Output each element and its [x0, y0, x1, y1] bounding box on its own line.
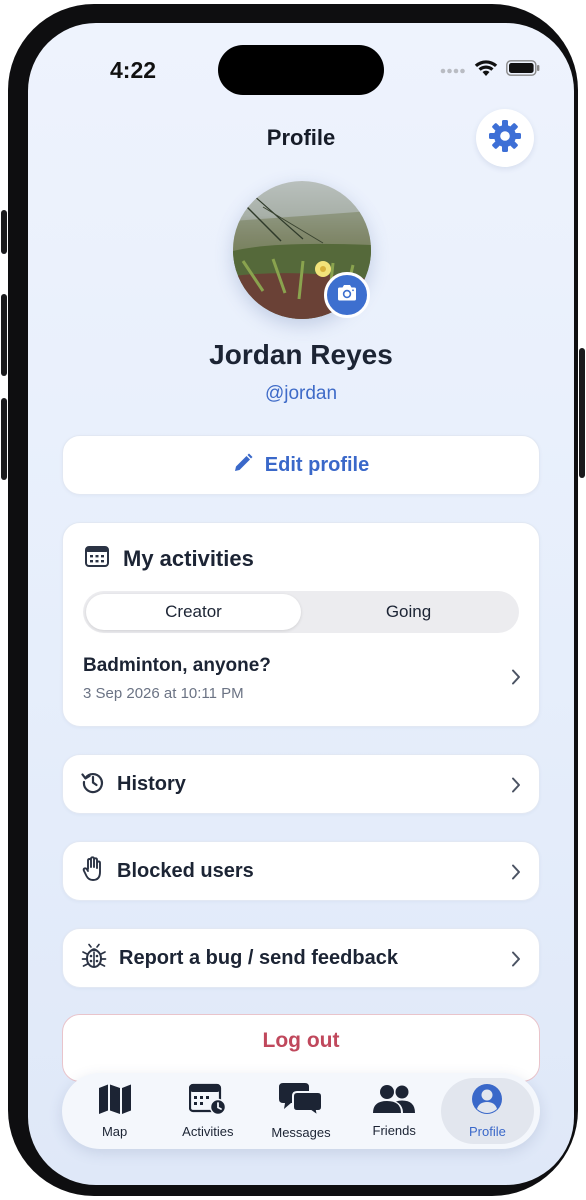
- tab-profile-label: Profile: [468, 1124, 506, 1139]
- tab-profile[interactable]: Profile: [440, 1078, 535, 1144]
- volume-up-button: [1, 294, 7, 376]
- chevron-right-icon: [511, 951, 521, 972]
- logout-label: Log out: [262, 1029, 340, 1052]
- my-activities-title: My activities: [123, 545, 254, 571]
- chevron-right-icon: [511, 777, 521, 798]
- logout-button[interactable]: Log out: [62, 1014, 540, 1082]
- volume-down-button: [1, 398, 7, 480]
- blocked-users-label: Blocked users: [117, 859, 254, 882]
- segment-going[interactable]: Going: [301, 594, 516, 630]
- camera-icon: [336, 284, 358, 307]
- report-bug-label: Report a bug / send feedback: [119, 946, 398, 969]
- signal-icon: [440, 62, 466, 80]
- tab-friends-label: Friends: [372, 1123, 416, 1138]
- tab-friends[interactable]: Friends: [348, 1078, 441, 1144]
- battery-icon: [506, 60, 540, 81]
- chevron-right-icon: [511, 669, 521, 690]
- change-photo-button[interactable]: [324, 272, 370, 318]
- edit-profile-label: Edit profile: [264, 453, 370, 476]
- activity-row[interactable]: Badminton, anyone? 3 Sep 2026 at 10:11 P…: [83, 655, 521, 707]
- activities-segmented-control: Creator Going: [83, 591, 519, 633]
- status-time: 4:22: [110, 57, 157, 83]
- tab-activities[interactable]: Activities: [161, 1078, 254, 1144]
- map-icon: [98, 1083, 132, 1120]
- screen: 4:22 Profile Jordan Reyes @jordan Edit p…: [28, 23, 574, 1185]
- edit-profile-button[interactable]: Edit profile: [62, 435, 540, 495]
- person-circle-icon: [471, 1083, 503, 1120]
- calendar-clock-icon: [188, 1083, 227, 1120]
- bug-icon: [81, 943, 107, 974]
- people-icon: [373, 1084, 416, 1119]
- activity-title: Badminton, anyone?: [83, 655, 271, 676]
- calendar-icon: [85, 545, 109, 572]
- action-button: [1, 210, 7, 254]
- history-icon: [81, 770, 105, 799]
- history-row[interactable]: History: [62, 754, 540, 814]
- profile-name: Jordan Reyes: [209, 339, 393, 370]
- dynamic-island: [218, 45, 384, 95]
- power-button: [579, 348, 585, 478]
- segment-creator[interactable]: Creator: [86, 594, 301, 630]
- report-bug-row[interactable]: Report a bug / send feedback: [62, 928, 540, 988]
- tab-map-label: Map: [101, 1124, 128, 1139]
- phone-frame: 4:22 Profile Jordan Reyes @jordan Edit p…: [1, 4, 585, 1196]
- tab-messages[interactable]: Messages: [254, 1078, 347, 1144]
- settings-button[interactable]: [476, 109, 534, 167]
- blocked-users-row[interactable]: Blocked users: [62, 841, 540, 901]
- profile-handle: @jordan: [264, 383, 338, 404]
- tab-bar: Map Activities Messages Friends Profile: [62, 1073, 540, 1149]
- my-activities-card: My activities Creator Going Badminton, a…: [62, 522, 540, 727]
- tab-map[interactable]: Map: [68, 1078, 161, 1144]
- chevron-right-icon: [511, 864, 521, 885]
- tab-activities-label: Activities: [182, 1124, 234, 1139]
- pencil-icon: [233, 453, 253, 478]
- status-icons: [440, 59, 540, 82]
- tab-messages-label: Messages: [271, 1125, 331, 1140]
- my-activities-header: My activities: [85, 545, 254, 572]
- hand-icon: [81, 855, 105, 887]
- activity-datetime: 3 Sep 2026 at 10:11 PM: [83, 685, 244, 702]
- chat-bubbles-icon: [279, 1082, 323, 1121]
- gear-icon: [487, 118, 523, 159]
- history-label: History: [117, 772, 186, 795]
- wifi-icon: [474, 59, 498, 82]
